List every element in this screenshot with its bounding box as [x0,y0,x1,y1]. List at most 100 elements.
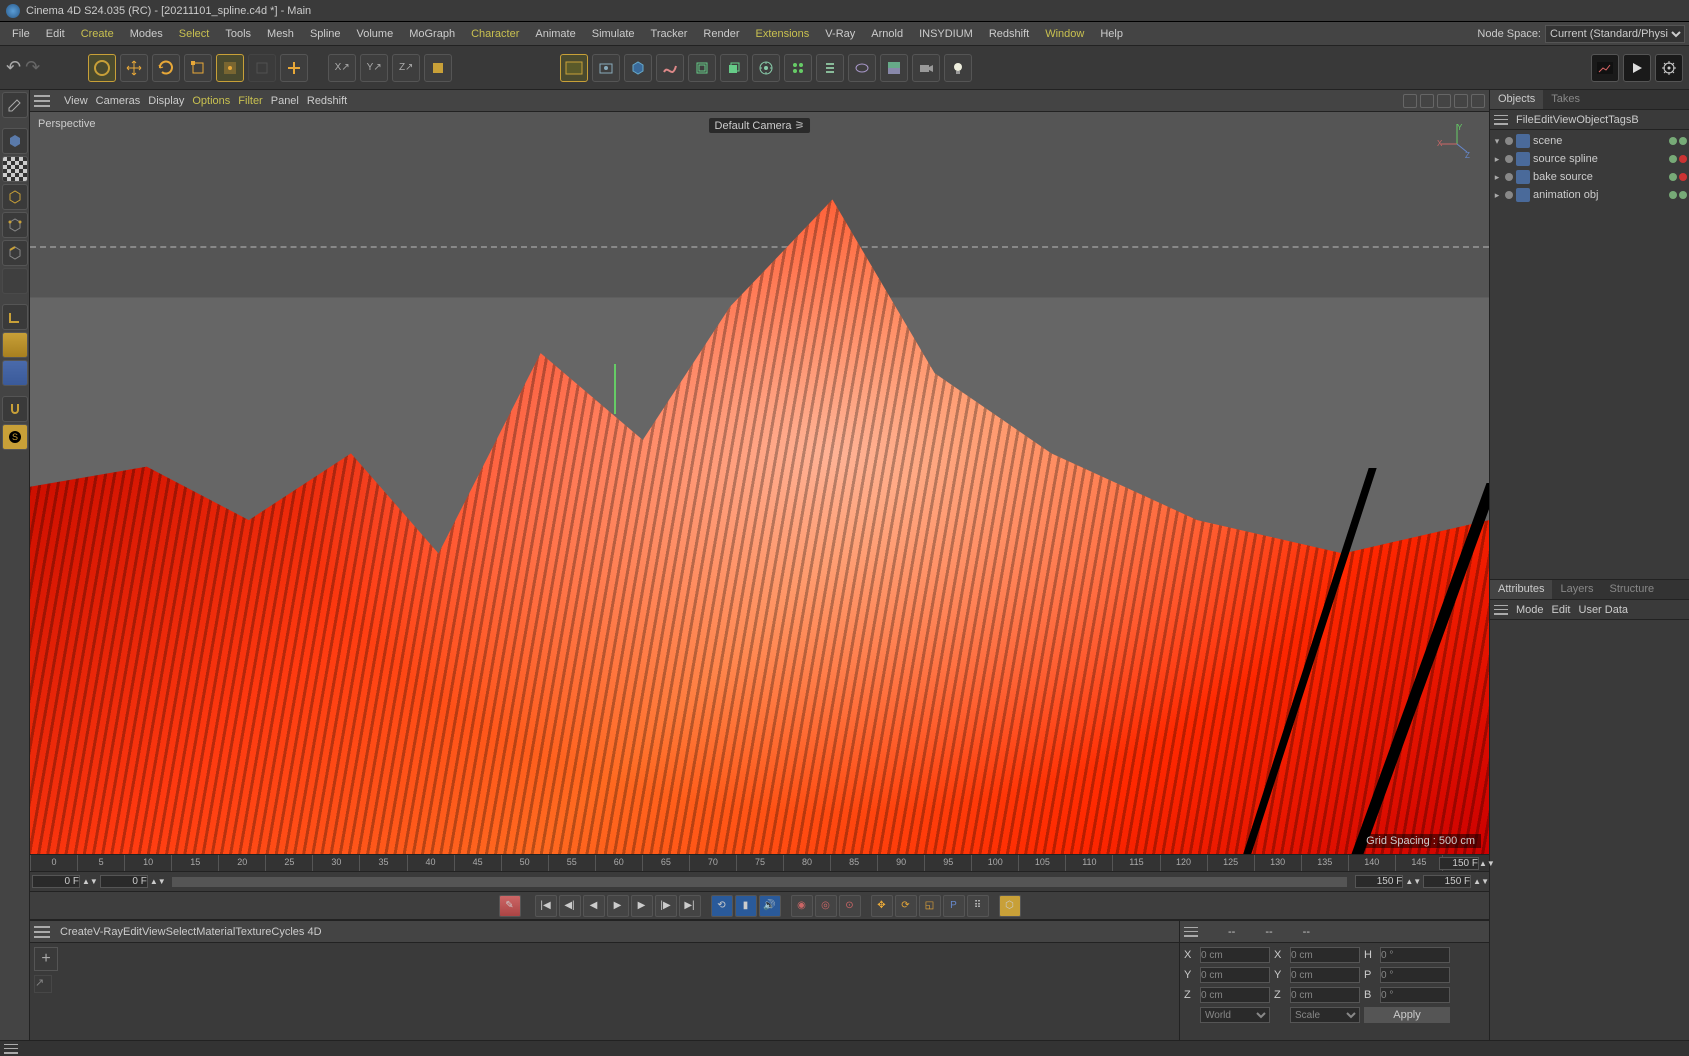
workplane-lock-icon[interactable] [2,360,28,386]
tab-layers[interactable]: Layers [1552,580,1601,599]
texture-mode-icon[interactable] [2,156,28,182]
placement-tool[interactable] [216,54,244,82]
vpmenu-filter[interactable]: Filter [234,93,266,109]
matmenu-view[interactable]: View [142,926,166,938]
menu-spline[interactable]: Spline [302,24,349,44]
coord-pos-z-input[interactable] [1200,987,1270,1003]
objmenu-object[interactable]: Object [1576,114,1608,126]
tab-takes[interactable]: Takes [1543,90,1588,109]
timeline-ruler[interactable]: 0510152025303540455055606570758085909510… [30,854,1489,872]
param-key-icon[interactable]: P [943,895,965,917]
menu-simulate[interactable]: Simulate [584,24,643,44]
state-dot-icon[interactable] [1669,191,1677,199]
live-select-tool[interactable] [88,54,116,82]
objmenu-view[interactable]: View [1553,114,1577,126]
objmenu-file[interactable]: File [1516,114,1534,126]
polygon-mode-icon[interactable] [2,268,28,294]
cube-icon[interactable] [624,54,652,82]
expand-icon[interactable]: ▸ [1492,190,1502,201]
material-hamburger-icon[interactable] [34,926,50,938]
tree-item-source-spline[interactable]: ▸ source spline [1492,150,1687,168]
menu-volume[interactable]: Volume [349,24,402,44]
menu-select[interactable]: Select [171,24,218,44]
tab-attributes[interactable]: Attributes [1490,580,1552,599]
light-icon[interactable] [944,54,972,82]
coord-system-toggle[interactable] [424,54,452,82]
attributes-hamburger-icon[interactable] [1494,605,1508,615]
rotate-tool[interactable] [152,54,180,82]
sound-button[interactable]: 🔊 [759,895,781,917]
point-mode-icon[interactable] [2,212,28,238]
objmenu-edit[interactable]: Edit [1534,114,1553,126]
timeline-start2-input[interactable] [100,875,148,888]
loop-button[interactable]: ⟲ [711,895,733,917]
scene-nodes-icon[interactable]: ⬡ [999,895,1021,917]
menu-mesh[interactable]: Mesh [259,24,302,44]
state-dot-icon[interactable] [1679,173,1687,181]
x-axis-toggle[interactable]: X↗ [328,54,356,82]
vp-filter-5-icon[interactable] [1471,94,1485,108]
go-end-button[interactable]: ▶| [679,895,701,917]
undo-button[interactable]: ↶ [6,57,21,78]
redo-button[interactable]: ↷ [25,57,40,78]
matmenu-select[interactable]: Select [166,926,197,938]
expand-icon[interactable]: ▾ [1492,136,1502,147]
extrude-icon[interactable] [720,54,748,82]
objmenu-tags[interactable]: Tags [1608,114,1631,126]
model-mode-icon[interactable] [2,128,28,154]
axis-icon[interactable] [2,304,28,330]
point-key-icon[interactable]: ⠿ [967,895,989,917]
menu-insydium[interactable]: INSYDIUM [911,24,981,44]
vpmenu-view[interactable]: View [60,93,92,109]
vpmenu-options[interactable]: Options [188,93,234,109]
menu-tools[interactable]: Tools [217,24,259,44]
scale-tool[interactable] [184,54,212,82]
menu-arnold[interactable]: Arnold [863,24,911,44]
make-editable-icon[interactable] [2,92,28,118]
coord-mode2-select[interactable]: Scale [1290,1007,1360,1023]
objmenu-b[interactable]: B [1631,114,1638,126]
tab-structure[interactable]: Structure [1602,580,1663,599]
coord-rot-b-input[interactable] [1380,987,1450,1003]
nodespace-select[interactable]: Current (Standard/Physical) [1545,25,1685,43]
coord-pos-x-input[interactable] [1200,947,1270,963]
timeline-start-input[interactable] [32,875,80,888]
viewport-axis-gizmo[interactable]: Y X Z [1435,120,1479,160]
state-dot-icon[interactable] [1679,137,1687,145]
key-record-button[interactable]: ◉ [791,895,813,917]
prev-frame-button[interactable]: ◀ [583,895,605,917]
timeline-end-top-input[interactable] [1439,857,1479,870]
z-axis-toggle[interactable]: Z↗ [392,54,420,82]
viewport[interactable]: Perspective Default Camera ⚞ Grid Spacin… [30,112,1489,854]
menu-extensions[interactable]: Extensions [747,24,817,44]
tree-item-bake-source[interactable]: ▸ bake source [1492,168,1687,186]
scl-key-icon[interactable]: ◱ [919,895,941,917]
state-dot-icon[interactable] [1669,137,1677,145]
coord-rot-p-input[interactable] [1380,967,1450,983]
subdivision-icon[interactable] [688,54,716,82]
objects-hamburger-icon[interactable] [1494,115,1508,125]
menu-window[interactable]: Window [1037,24,1092,44]
keyframe-sel-button[interactable]: ⊙ [839,895,861,917]
matmenu-cycles-4d[interactable]: Cycles 4D [271,926,321,938]
rot-key-icon[interactable]: ⟳ [895,895,917,917]
state-dot-icon[interactable] [1679,155,1687,163]
state-dot-icon[interactable] [1669,155,1677,163]
menu-create[interactable]: Create [73,24,122,44]
vpmenu-cameras[interactable]: Cameras [92,93,145,109]
coord-pos-y-input[interactable] [1200,967,1270,983]
mograph-icon[interactable] [752,54,780,82]
record-marker-icon[interactable]: ✎ [499,895,521,917]
expand-icon[interactable]: ▸ [1492,172,1502,183]
menu-help[interactable]: Help [1092,24,1131,44]
timeline-end2-input[interactable] [1423,875,1471,888]
environment-icon[interactable] [880,54,908,82]
next-key-button[interactable]: |▶ [655,895,677,917]
snap-icon[interactable] [2,396,28,422]
vpmenu-redshift[interactable]: Redshift [303,93,351,109]
state-dot-icon[interactable] [1679,191,1687,199]
viewport-camera-label[interactable]: Default Camera ⚞ [709,118,811,133]
render-settings-button[interactable] [1655,54,1683,82]
status-hamburger-icon[interactable] [4,1044,18,1054]
vp-filter-2-icon[interactable] [1420,94,1434,108]
